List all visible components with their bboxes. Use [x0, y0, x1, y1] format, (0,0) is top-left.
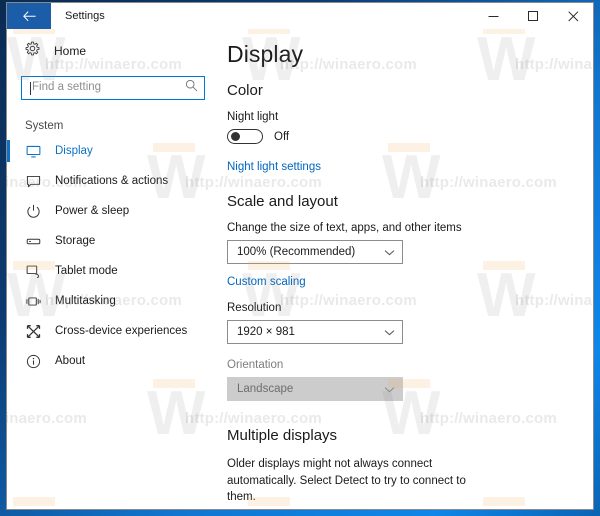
close-icon — [567, 10, 579, 22]
night-light-state: Off — [274, 130, 290, 143]
chevron-down-icon — [384, 243, 395, 261]
sidebar-item-tablet-mode[interactable]: Tablet mode — [7, 256, 219, 286]
tablet-icon — [25, 263, 41, 279]
page-title: Display — [227, 41, 304, 67]
sidebar-item-label: Display — [55, 145, 93, 157]
scale-dropdown[interactable]: 100% (Recommended) — [227, 240, 403, 264]
resolution-value: 1920 × 981 — [237, 326, 295, 338]
sidebar-item-about[interactable]: About — [7, 346, 219, 376]
back-arrow-icon — [22, 10, 36, 22]
monitor-icon — [25, 143, 41, 159]
search-placeholder: Find a setting — [32, 81, 102, 94]
night-light-toggle-row: Off — [227, 129, 593, 144]
resolution-dropdown[interactable]: 1920 × 981 — [227, 320, 403, 344]
toggle-knob — [231, 132, 240, 141]
sidebar-item-label: Storage — [55, 235, 96, 247]
notification-icon — [25, 173, 41, 189]
orientation-value: Landscape — [237, 383, 294, 395]
scale-value: 100% (Recommended) — [237, 246, 356, 258]
custom-scaling-link[interactable]: Custom scaling — [227, 276, 306, 288]
color-section-heading: Color — [227, 82, 263, 99]
cross-device-icon — [25, 323, 41, 339]
title-bar: Settings — [7, 3, 593, 29]
search-icon[interactable] — [185, 79, 198, 97]
sidebar-section-label: System — [25, 120, 64, 132]
close-button[interactable] — [553, 3, 593, 29]
window-body: Home Find a setting System Display Notif… — [7, 29, 593, 509]
back-button[interactable] — [7, 3, 51, 29]
sidebar-home-label: Home — [54, 44, 87, 58]
sidebar-item-power-sleep[interactable]: Power & sleep — [7, 196, 219, 226]
window-title: Settings — [65, 10, 105, 22]
night-light-toggle[interactable] — [227, 129, 263, 144]
scale-field-label: Change the size of text, apps, and other… — [227, 222, 462, 234]
sidebar-item-label: Multitasking — [55, 295, 116, 307]
maximize-button[interactable] — [513, 3, 553, 29]
sidebar-item-notifications-actions[interactable]: Notifications & actions — [7, 166, 219, 196]
chevron-down-icon — [384, 323, 395, 341]
sidebar-item-storage[interactable]: Storage — [7, 226, 219, 256]
info-icon — [25, 353, 41, 369]
window-controls — [473, 3, 593, 29]
text-caret — [30, 81, 31, 95]
multiple-displays-description: Older displays might not always connect … — [227, 458, 466, 504]
sidebar-item-label: Power & sleep — [55, 205, 130, 217]
desktop-background: Settings Home Find a setting System Disp… — [0, 0, 600, 516]
settings-window: Settings Home Find a setting System Disp… — [6, 2, 594, 510]
gear-icon — [25, 41, 40, 61]
chevron-down-icon — [384, 380, 395, 398]
sidebar-item-label: About — [55, 355, 86, 367]
multitasking-icon — [25, 293, 41, 309]
power-icon — [25, 203, 41, 219]
search-input[interactable]: Find a setting — [21, 76, 205, 100]
sidebar-item-label: Cross-device experiences — [55, 325, 188, 337]
minimize-icon — [488, 11, 499, 22]
multiple-displays-heading: Multiple displays — [227, 427, 338, 444]
main-content: Display Color Night light Off Night ligh… — [219, 29, 593, 509]
sidebar-item-display[interactable]: Display — [7, 136, 219, 166]
sidebar-item-home[interactable]: Home — [7, 37, 219, 65]
sidebar-item-multitasking[interactable]: Multitasking — [7, 286, 219, 316]
sidebar-item-label: Tablet mode — [55, 265, 118, 277]
orientation-dropdown: Landscape — [227, 377, 403, 401]
night-light-label: Night light — [227, 111, 279, 123]
storage-icon — [25, 233, 41, 249]
scale-section-heading: Scale and layout — [227, 193, 338, 210]
resolution-label: Resolution — [227, 302, 282, 314]
minimize-button[interactable] — [473, 3, 513, 29]
maximize-icon — [527, 10, 539, 22]
night-light-settings-link[interactable]: Night light settings — [227, 161, 321, 173]
orientation-label: Orientation — [227, 359, 284, 371]
sidebar-item-cross-device-experiences[interactable]: Cross-device experiences — [7, 316, 219, 346]
sidebar-item-label: Notifications & actions — [55, 175, 169, 187]
sidebar: Home Find a setting System Display Notif… — [7, 29, 219, 509]
